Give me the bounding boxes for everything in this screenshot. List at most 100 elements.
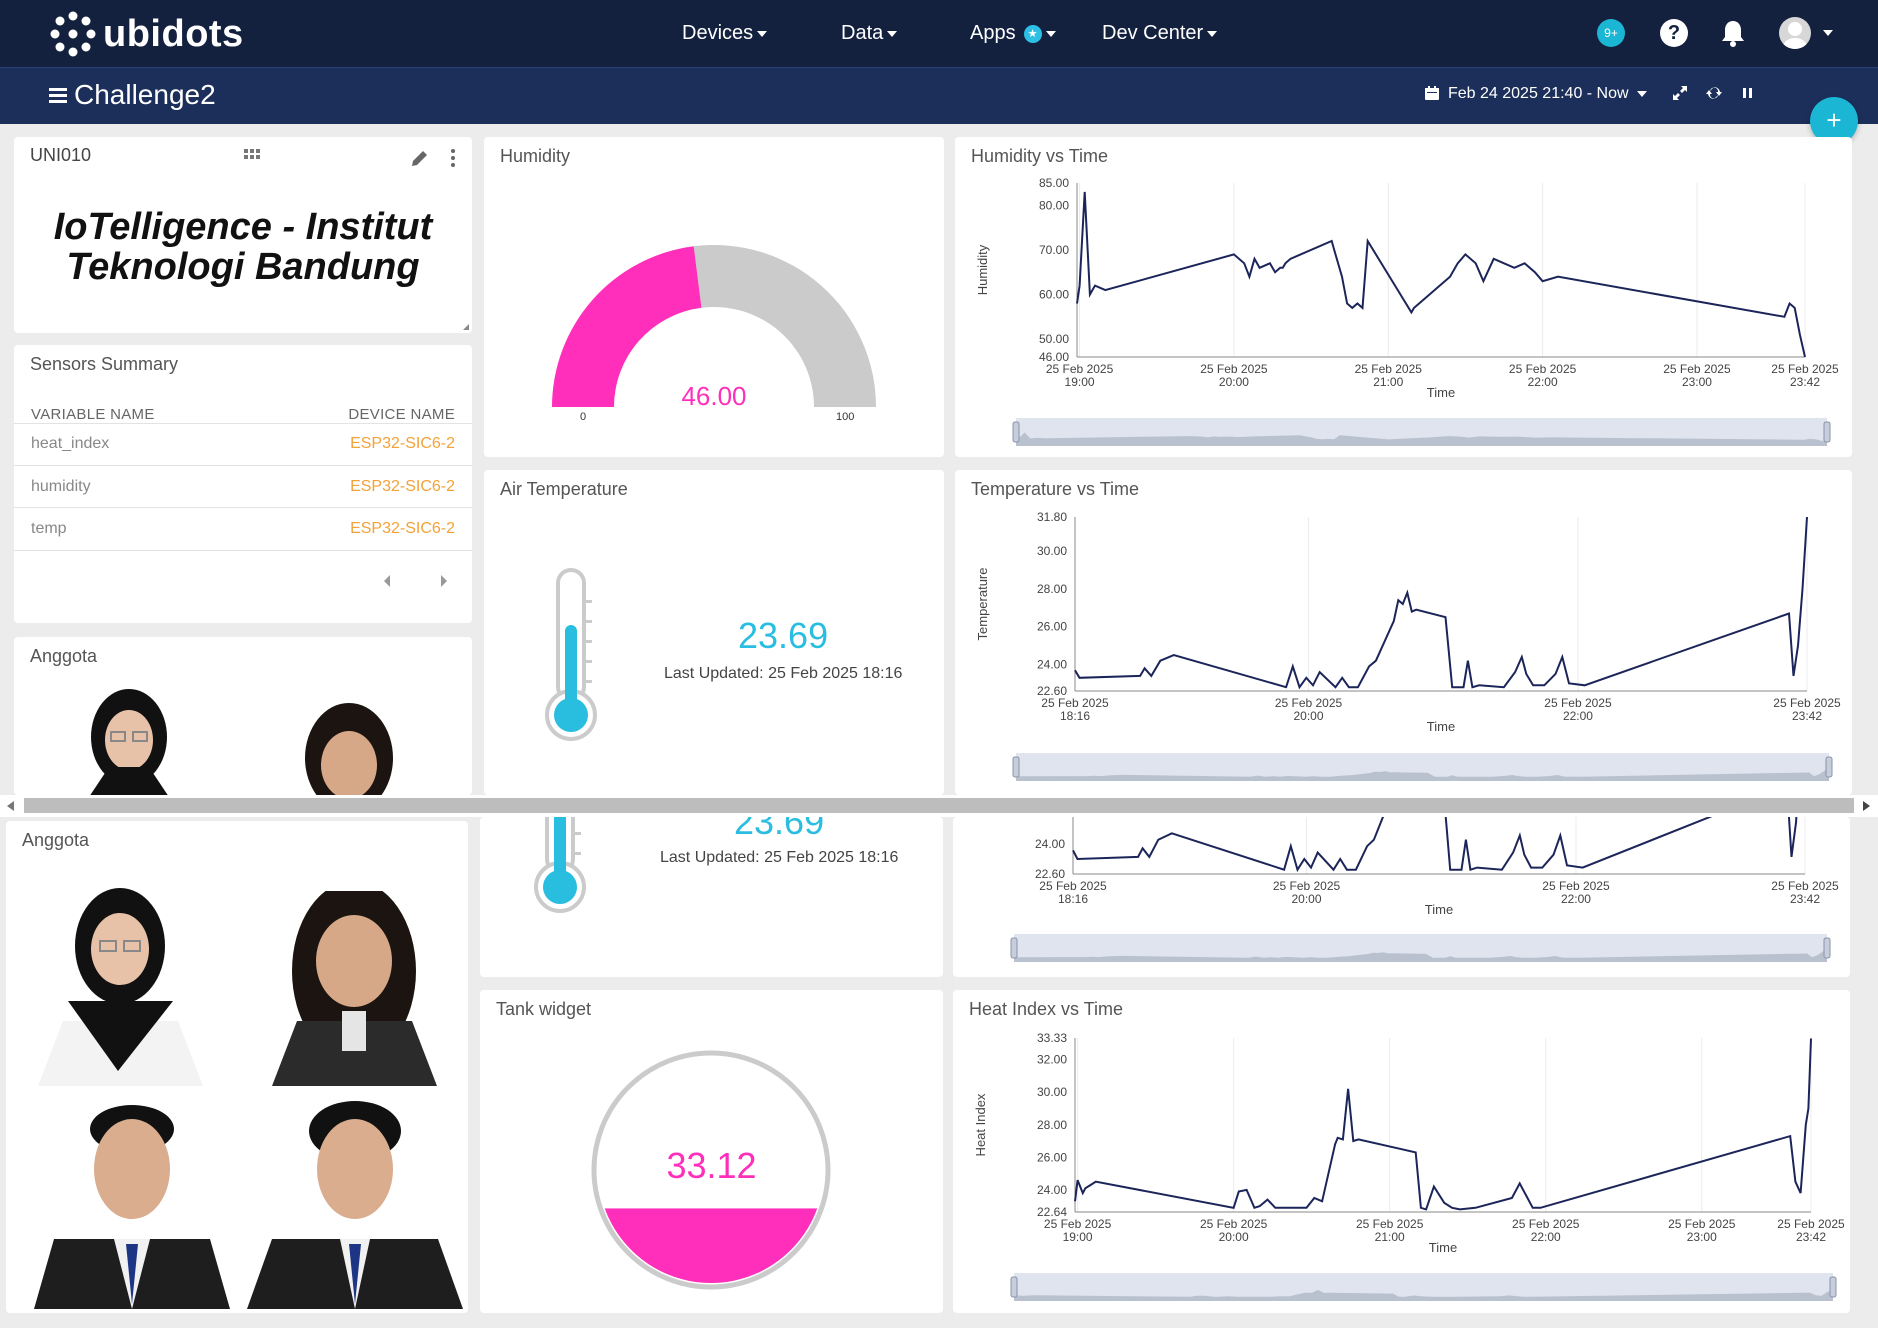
humidity-gauge-card: Humidity 46.00 0 100 [484, 137, 944, 457]
divider [14, 550, 472, 551]
caret-down-icon [1045, 30, 1056, 37]
y-tick-label: 26.00 [1037, 620, 1067, 634]
navigator-left-handle[interactable] [1010, 1276, 1018, 1298]
avatar-icon[interactable] [1779, 17, 1811, 49]
x-tick-label: 25 Feb 2025 [1509, 362, 1577, 376]
dashboard-title[interactable]: Challenge2 [74, 77, 216, 113]
navigator-right-handle[interactable] [1829, 1276, 1837, 1298]
humidity-line-chart[interactable]: 46.0050.0060.0070.0080.0085.0025 Feb 202… [955, 137, 1852, 457]
navigator-right-handle[interactable] [1825, 756, 1833, 778]
y-tick-label: 85.00 [1039, 176, 1069, 190]
nav-data[interactable]: Data [841, 19, 898, 47]
y-tick-label: 28.00 [1037, 1118, 1067, 1132]
x-tick-label: 25 Feb 2025 [1041, 696, 1109, 710]
x-tick-label: 21:00 [1375, 1230, 1405, 1244]
nav-dev-center[interactable]: Dev Center [1102, 19, 1218, 47]
nav-devices[interactable]: Devices [682, 19, 768, 47]
x-tick-label: 22:00 [1531, 1230, 1561, 1244]
navigator-left-handle[interactable] [1012, 756, 1020, 778]
headline: IoTelligence - Institut Teknologi Bandun… [14, 207, 472, 287]
row-variable: temp [31, 520, 67, 537]
x-tick-label: 25 Feb 2025 [1663, 362, 1731, 376]
date-range-selector[interactable]: Feb 24 2025 21:40 - Now [1448, 82, 1647, 106]
x-tick-label: 25 Feb 2025 [1044, 1217, 1112, 1231]
caret-down-icon [1207, 30, 1218, 37]
x-tick-label: 19:00 [1065, 375, 1095, 389]
navigator-right-handle[interactable] [1823, 937, 1831, 959]
row-device-link[interactable]: ESP32-SIC6-2 [350, 520, 455, 538]
ubidots-logo[interactable]: ubidots [50, 11, 250, 57]
air-temperature-card-duplicate: 23.69 Last Updated: 25 Feb 2025 18:16 [480, 817, 943, 977]
row-device-link[interactable]: ESP32-SIC6-2 [350, 435, 455, 453]
bell-icon[interactable] [1720, 19, 1746, 47]
y-tick-label: 24.00 [1035, 837, 1065, 851]
chevron-right-icon[interactable] [439, 574, 449, 588]
navigator-right-handle[interactable] [1823, 421, 1831, 443]
row-device-link[interactable]: ESP32-SIC6-2 [350, 478, 455, 496]
air-temperature-value: 23.69 [738, 615, 829, 656]
scroll-right-arrow[interactable] [1863, 801, 1870, 811]
refresh-icon[interactable] [1705, 84, 1723, 102]
nav-devices-label: Devices [682, 22, 754, 44]
x-tick-label: 25 Feb 2025 [1046, 362, 1114, 376]
x-tick-label: 25 Feb 2025 [1771, 362, 1839, 376]
x-tick-label: 25 Feb 2025 [1542, 879, 1610, 893]
nav-data-label: Data [841, 22, 884, 44]
chevron-left-icon[interactable] [382, 574, 392, 588]
pencil-icon[interactable] [409, 149, 429, 169]
x-tick-label: 25 Feb 2025 [1273, 879, 1341, 893]
tank-widget-card: Tank widget 33.12 [480, 990, 943, 1313]
resize-handle-icon[interactable] [463, 324, 469, 330]
scrollbar-thumb[interactable] [24, 798, 1854, 813]
member-photo-2 [272, 891, 437, 1086]
y-tick-label: 70.00 [1039, 243, 1069, 257]
divider [14, 507, 472, 508]
ubidots-dots-icon [50, 11, 96, 57]
grid-icon[interactable] [244, 149, 260, 161]
x-tick-label: 18:16 [1058, 892, 1088, 906]
navigator-left-handle[interactable] [1010, 937, 1018, 959]
kebab-icon[interactable] [450, 148, 456, 168]
y-tick-label: 80.00 [1039, 198, 1069, 212]
temperature-line-chart-duplicate[interactable]: 22.6024.0025 Feb 202518:1625 Feb 202520:… [953, 817, 1850, 977]
y-tick-label: 30.00 [1037, 544, 1067, 558]
x-tick-label: 20:00 [1294, 709, 1324, 723]
x-tick-label: 25 Feb 2025 [1544, 696, 1612, 710]
notifications-badge[interactable]: 9+ [1597, 19, 1625, 47]
navigator-left-handle[interactable] [1012, 421, 1020, 443]
star-badge-icon: ★ [1023, 24, 1042, 43]
x-tick-label: 23:42 [1796, 1230, 1826, 1244]
headline-line-1: IoTelligence - Institut [53, 206, 433, 248]
thermometer-icon [545, 568, 597, 741]
x-tick-label: 20:00 [1219, 1230, 1249, 1244]
nav-apps[interactable]: Apps ★ [970, 19, 1056, 47]
x-axis-title: Time [1427, 385, 1455, 400]
hamburger-icon[interactable] [49, 88, 67, 104]
heat-index-chart-card: Heat Index vs Time 22.64 24.00 26.00 28.00 3… [953, 990, 1850, 1313]
horizontal-scrollbar[interactable] [0, 795, 1878, 817]
scroll-left-arrow[interactable] [7, 801, 14, 811]
series-line [1076, 191, 1806, 358]
x-tick-label: 25 Feb 2025 [1355, 362, 1423, 376]
heat-index-line-chart[interactable]: 22.6424.0026.0028.0030.0032.0033.3325 Fe… [953, 990, 1850, 1313]
pause-icon[interactable] [1739, 84, 1757, 102]
divider [14, 423, 472, 424]
x-tick-label: 20:00 [1219, 375, 1249, 389]
date-range-label: Feb 24 2025 21:40 - Now [1448, 85, 1629, 102]
x-tick-label: 18:16 [1060, 709, 1090, 723]
gauge-min-label: 0 [580, 411, 587, 423]
x-tick-label: 25 Feb 2025 [1771, 879, 1839, 893]
y-axis-title: Heat Index [973, 1093, 988, 1156]
help-icon[interactable]: ? [1660, 19, 1688, 47]
member-photo-4 [247, 1101, 463, 1309]
x-tick-label: 23:42 [1790, 375, 1820, 389]
series-line [1074, 1038, 1812, 1211]
x-tick-label: 25 Feb 2025 [1356, 1217, 1424, 1231]
x-tick-label: 22:00 [1563, 709, 1593, 723]
expand-icon[interactable] [1671, 84, 1689, 102]
air-temperature-card: Air Temperature 23.69 Last Updated: 25 F… [484, 470, 944, 795]
temperature-line-chart[interactable]: 22.6024.0026.0028.0030.0031.8025 Feb 202… [955, 470, 1852, 795]
x-tick-label: 21:00 [1373, 375, 1403, 389]
caret-down-icon[interactable] [1823, 30, 1833, 36]
title-card: UNI010 IoTelligence - Institut Teknologi… [14, 137, 472, 333]
